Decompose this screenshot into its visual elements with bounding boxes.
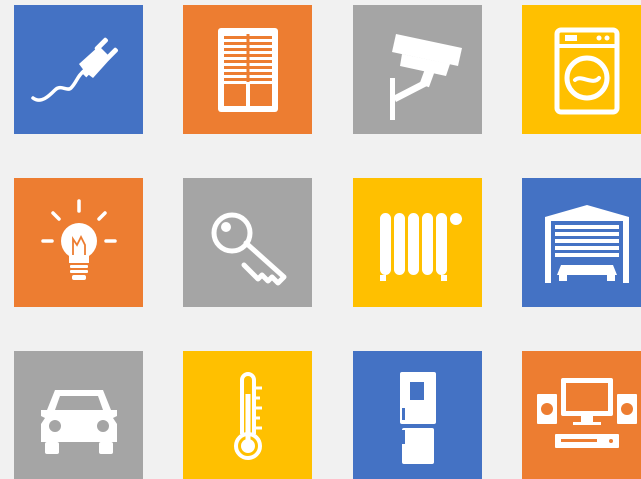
radiator-icon: [379, 212, 462, 281]
tile-radiator[interactable]: [353, 178, 482, 307]
thermometer-icon: [233, 371, 262, 460]
light-bulb-icon: [40, 198, 117, 280]
security-camera-icon: [389, 33, 462, 120]
car-icon: [40, 389, 117, 454]
tile-home-theater[interactable]: [522, 351, 641, 479]
refrigerator-icon: [399, 371, 436, 464]
tile-power-plug[interactable]: [14, 5, 143, 134]
tile-light-bulb[interactable]: [14, 178, 143, 307]
tile-thermometer[interactable]: [183, 351, 312, 479]
tile-security-camera[interactable]: [353, 5, 482, 134]
power-plug-icon: [30, 37, 118, 102]
smart-home-icon-grid: [0, 0, 641, 479]
key-icon: [211, 212, 286, 285]
tile-garage-door[interactable]: [522, 178, 641, 307]
tile-washing-machine[interactable]: [522, 5, 641, 134]
tile-key[interactable]: [183, 178, 312, 307]
home-theater-icon: [536, 377, 637, 448]
window-blinds-icon: [217, 27, 278, 112]
tile-window-blinds[interactable]: [183, 5, 312, 134]
washing-machine-icon: [554, 27, 619, 114]
garage-door-icon: [544, 204, 629, 283]
tile-refrigerator[interactable]: [353, 351, 482, 479]
tile-car[interactable]: [14, 351, 143, 479]
